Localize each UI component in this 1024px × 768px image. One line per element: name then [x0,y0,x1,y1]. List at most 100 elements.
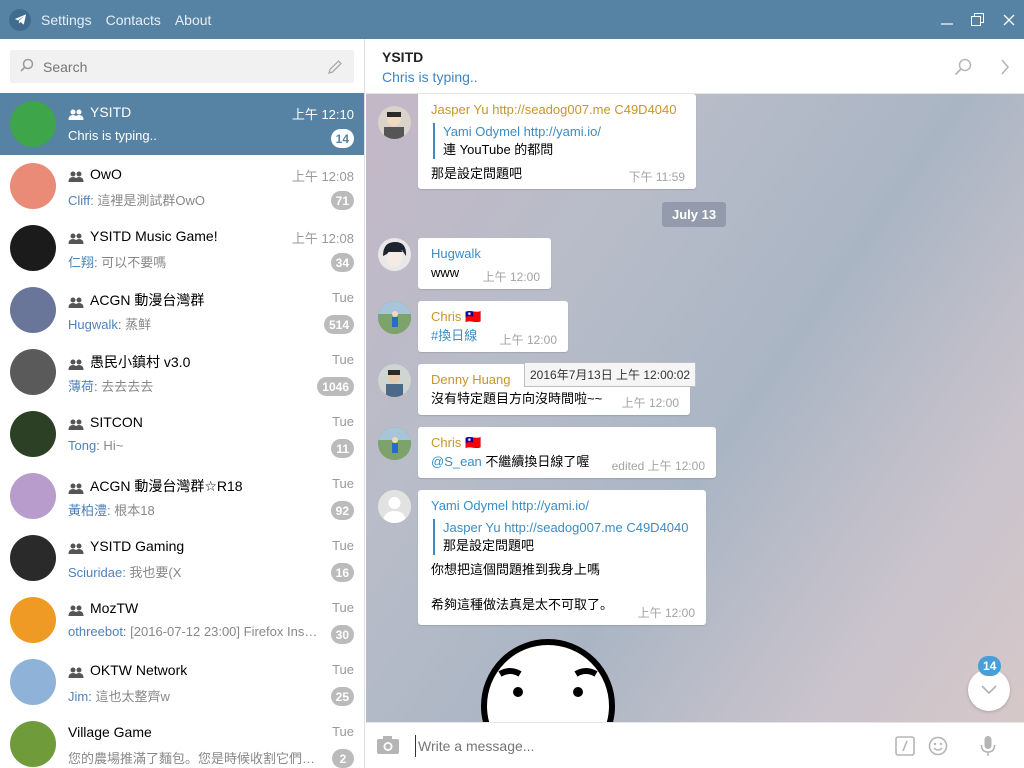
camera-attach-icon[interactable] [376,735,400,757]
menu-about[interactable]: About [175,12,212,28]
group-icon [68,665,84,678]
message-bubble[interactable]: Chris 🇹🇼 #換日線 上午 12:00 [418,301,568,352]
dialog-preview: Hugwalk: 蒸鲜 [68,314,318,333]
dialog-item[interactable]: OwO 上午 12:08 Cliff: 這裡是測試群OwO 71 [0,155,364,217]
avatar[interactable] [378,427,411,460]
dialog-item[interactable]: OKTW Network Tue Jim: 這也太整齊w 25 [0,651,364,713]
minimize-icon[interactable] [931,0,962,39]
message-bubble[interactable]: Yami Odymel http://yami.io/ Jasper Yu ht… [418,490,706,625]
unread-badge: 16 [330,563,354,582]
avatar [10,659,56,705]
preview-text: [2016-07-12 23:00] Firefox Inst... [126,624,318,639]
chat-search-icon[interactable] [952,56,974,78]
dialog-body: OKTW Network Tue Jim: 這也太整齊w 25 [68,651,354,713]
dialog-item[interactable]: YSITD Music Game! 上午 12:08 仁翔: 可以不要嗎 34 [0,217,364,279]
dialog-name-text: ACGN 動漫台灣群 [90,292,205,308]
message-time: 下午 11:59 [628,170,685,184]
dialog-preview: Jim: 這也太整齊w [68,686,318,705]
preview-text: 這裡是測試群OwO [93,193,205,208]
reply-quote[interactable]: Jasper Yu http://seadog007.me C49D4040 那… [433,519,693,555]
message-bubble[interactable]: Jasper Yu http://seadog007.me C49D4040 Y… [418,94,696,189]
unread-badge: 30 [330,625,354,644]
dialog-item[interactable]: ACGN 動漫台灣群☆R18 Tue 黃柏澧: 根本18 92 [0,465,364,527]
dialog-time: Tue [332,414,354,429]
dialog-time: Tue [332,290,354,305]
avatar[interactable] [378,490,411,523]
dialog-name: OKTW Network [68,662,187,678]
telegram-logo-icon[interactable] [9,8,31,31]
dialog-preview: 仁翔: 可以不要嗎 [68,252,318,271]
dialog-preview: Sciuridae: 我也要(X [68,562,318,581]
dialog-item[interactable]: Village Game Tue 您的農場推滿了麵包。您是時候收割它們了... 2 [0,713,364,768]
preview-sender: Tong: [68,438,100,453]
scroll-to-bottom-button[interactable]: 14 [968,656,1010,711]
message-author[interactable]: Yami Odymel http://yami.io/ [431,497,693,515]
dialog-item[interactable]: ACGN 動漫台灣群 Tue Hugwalk: 蒸鲜 514 [0,279,364,341]
unread-badge: 92 [330,501,354,520]
message-author[interactable]: Chris 🇹🇼 [431,434,703,452]
dialog-preview: 薄荷: 去去去去 [68,376,318,395]
dialog-item[interactable]: 愚民小鎮村 v3.0 Tue 薄荷: 去去去去 1046 [0,341,364,403]
dialogs-sidebar: YSITD 上午 12:10 Chris is typing.. 14 OwO 上午 12… [0,39,365,768]
message-author[interactable]: Jasper Yu http://seadog007.me C49D4040 [431,101,683,119]
menu-settings[interactable]: Settings [41,12,92,28]
unread-badge: 2 [332,749,354,768]
chat-title[interactable]: YSITD [382,49,423,65]
reply-quote[interactable]: Yami Odymel http://yami.io/ 連 YouTube 的都… [433,123,683,159]
message-time: edited 上午 12:00 [611,459,705,473]
preview-text: 我也要(X [125,565,182,580]
dialog-list: YSITD 上午 12:10 Chris is typing.. 14 OwO 上午 12… [0,93,364,768]
message-author[interactable]: Chris 🇹🇼 [431,308,555,326]
dialog-item[interactable]: YSITD Gaming Tue Sciuridae: 我也要(X 16 [0,527,364,589]
preview-text: 蒸鲜 [121,317,152,332]
dialog-body: YSITD 上午 12:10 Chris is typing.. 14 [68,93,354,155]
dialog-name-text: SITCON [90,414,143,430]
sticker-image[interactable] [478,634,618,722]
emoji-icon[interactable] [926,735,950,757]
message-time: 上午 12:00 [499,333,557,347]
reply-author: Yami Odymel http://yami.io/ [443,124,601,139]
message-bubble[interactable]: Hugwalk www 上午 12:00 [418,238,551,289]
reply-text: 連 YouTube 的都問 [443,142,554,157]
close-icon[interactable] [993,0,1024,39]
dialog-name-text: YSITD Gaming [90,538,185,554]
avatar[interactable] [378,238,411,271]
unread-badge: 14 [330,129,354,148]
dialog-item[interactable]: MozTW Tue othreebot: [2016-07-12 23:00] Fi… [0,589,364,651]
chevron-right-icon[interactable] [994,56,1016,78]
dialog-item[interactable]: YSITD 上午 12:10 Chris is typing.. 14 [0,93,364,155]
dialog-name: MozTW [68,600,138,616]
dialog-item[interactable]: SITCON Tue Tong: Hi~ 11 [0,403,364,465]
mention-link[interactable]: @S_ean [431,454,482,469]
search-box[interactable] [10,50,354,83]
message-bubble[interactable]: Chris 🇹🇼 @S_ean 不繼續換日線了喔 edited 上午 12:00 [418,427,716,478]
message-input[interactable] [415,735,835,757]
bot-commands-icon[interactable] [893,735,917,757]
menu-contacts[interactable]: Contacts [106,12,161,28]
unread-badge: 34 [330,253,354,272]
group-icon [68,481,84,494]
dialog-preview: Chris is typing.. [68,128,318,143]
search-input[interactable] [43,58,326,75]
preview-sender: 黃柏澧: [68,503,111,518]
message-author[interactable]: Hugwalk [431,245,538,263]
message-time: 上午 12:00 [482,270,540,284]
title-bar: Settings Contacts About [0,0,1024,39]
dialog-body: ACGN 動漫台灣群 Tue Hugwalk: 蒸鲜 514 [68,279,354,341]
microphone-icon[interactable] [976,735,1000,757]
avatar [10,411,56,457]
preview-text: 您的農場推滿了麵包。您是時候收割它們了... [68,751,318,766]
restore-icon[interactable] [962,0,993,39]
preview-sender: Hugwalk: [68,317,122,332]
dialog-body: 愚民小鎮村 v3.0 Tue 薄荷: 去去去去 1046 [68,341,354,403]
compose-pencil-icon[interactable] [326,58,344,76]
message-time: 上午 12:00 [621,396,679,410]
chat-header: YSITD Chris is typing.. [366,39,1024,94]
avatar[interactable] [378,106,411,139]
message-text: 你想把這個問題推到我身上嗎 [431,562,601,577]
message-history[interactable]: Jasper Yu http://seadog007.me C49D4040 Y… [366,94,1024,722]
avatar[interactable] [378,364,411,397]
avatar[interactable] [378,301,411,334]
preview-sender: Cliff: [68,193,94,208]
dialog-name: YSITD Music Game! [68,228,218,244]
